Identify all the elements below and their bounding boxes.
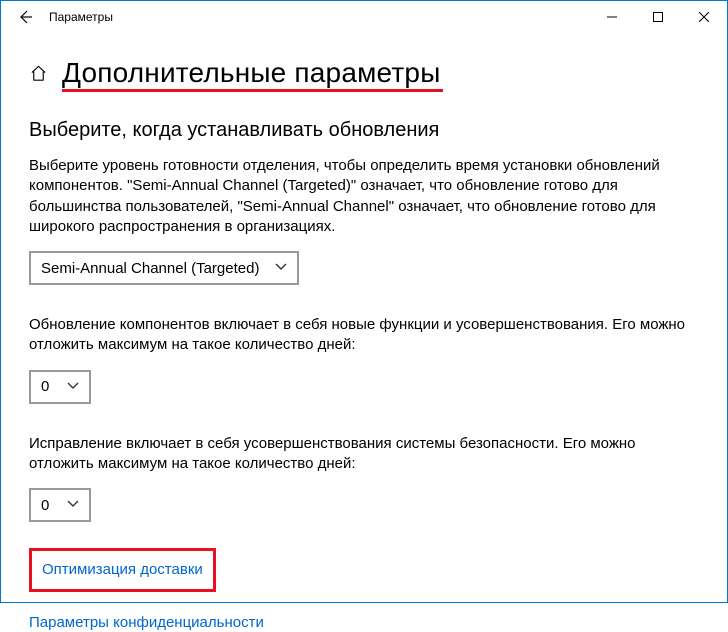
back-button[interactable] (9, 9, 41, 25)
chevron-down-icon (67, 381, 79, 393)
chevron-down-icon (67, 499, 79, 511)
privacy-settings-link[interactable]: Параметры конфиденциальности (29, 614, 264, 631)
window-title: Параметры (49, 10, 113, 24)
home-button[interactable] (29, 64, 48, 83)
channel-select-value: Semi-Annual Channel (Targeted) (41, 260, 259, 277)
quality-defer-description: Исправление включает в себя усовершенств… (29, 434, 699, 475)
feature-defer-value: 0 (41, 378, 49, 395)
close-icon (699, 12, 709, 22)
window-controls (589, 1, 727, 33)
minimize-button[interactable] (589, 1, 635, 33)
arrow-left-icon (17, 9, 33, 25)
chevron-down-icon (275, 262, 287, 274)
page-title: Дополнительные параметры (62, 57, 441, 89)
maximize-icon (653, 12, 663, 22)
header-row: Дополнительные параметры (29, 57, 699, 89)
feature-defer-select[interactable]: 0 (29, 370, 91, 404)
delivery-optimization-link[interactable]: Оптимизация доставки (42, 561, 203, 578)
minimize-icon (607, 12, 617, 22)
quality-defer-value: 0 (41, 497, 49, 514)
page-title-wrap: Дополнительные параметры (62, 57, 441, 89)
feature-defer-description: Обновление компонентов включает в себя н… (29, 315, 699, 356)
highlight-box: Оптимизация доставки (29, 548, 216, 592)
channel-description: Выберите уровень готовности отделения, ч… (29, 156, 699, 237)
content: Дополнительные параметры Выберите, когда… (1, 33, 727, 632)
home-icon (29, 64, 48, 83)
section-heading: Выберите, когда устанавливать обновления (29, 119, 699, 142)
quality-defer-select[interactable]: 0 (29, 488, 91, 522)
channel-select[interactable]: Semi-Annual Channel (Targeted) (29, 251, 299, 285)
highlight-underline (62, 89, 443, 92)
close-button[interactable] (681, 1, 727, 33)
maximize-button[interactable] (635, 1, 681, 33)
